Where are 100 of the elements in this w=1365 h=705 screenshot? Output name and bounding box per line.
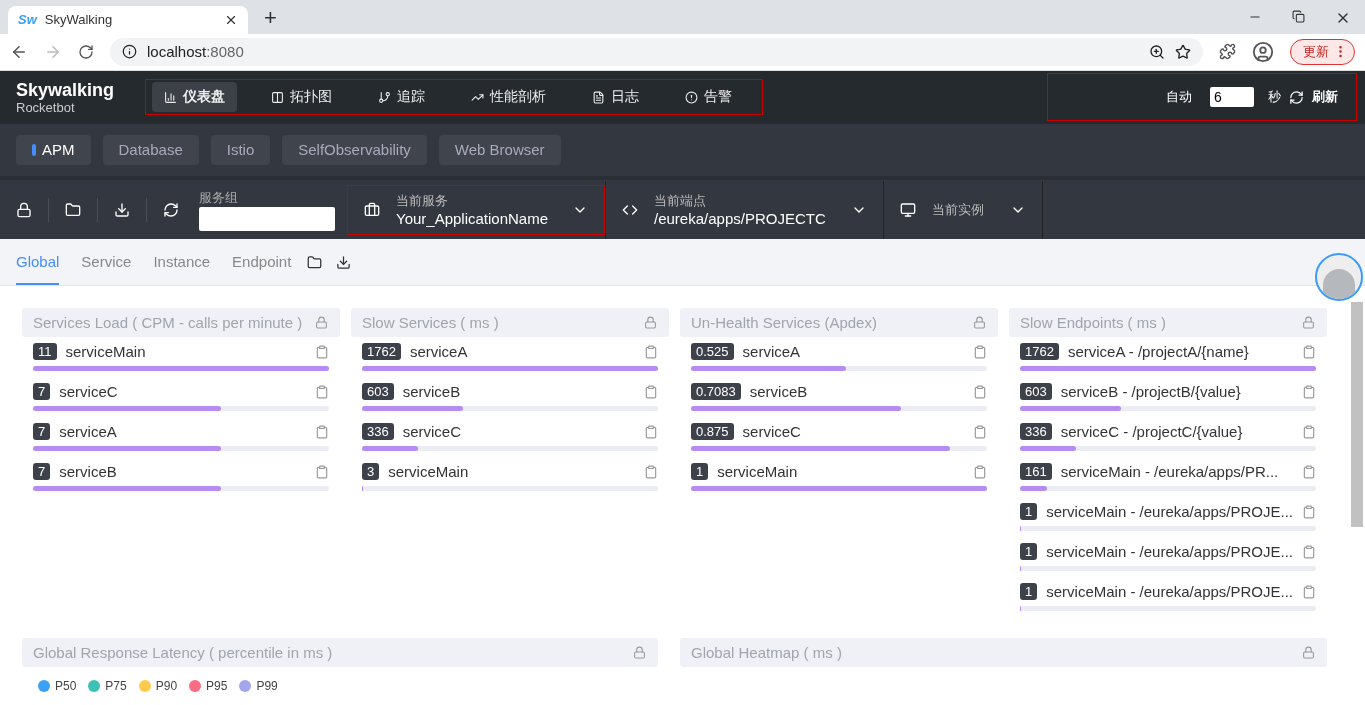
value-badge: 336 [362,423,394,440]
group-field[interactable] [199,206,335,231]
clipboard-icon[interactable] [1302,464,1316,479]
clipboard-icon[interactable] [1302,544,1316,559]
folder-icon[interactable] [307,254,323,270]
clipboard-icon[interactable] [973,464,987,479]
clipboard-icon[interactable] [315,344,329,359]
download-icon[interactable] [336,254,352,270]
url-text: localhost:8080 [147,43,244,61]
clipboard-icon[interactable] [644,384,658,399]
item-name: serviceB [749,383,809,400]
monitor-icon [900,201,916,218]
legend-item[interactable]: P95 [189,679,228,693]
clipboard-icon[interactable] [973,384,987,399]
legend-item[interactable]: P50 [38,679,77,693]
legend-item[interactable]: P90 [138,679,178,693]
restore-icon[interactable] [1292,9,1305,23]
clipboard-icon[interactable] [1302,344,1316,359]
panel-title: Global Heatmap ( ms ) [691,644,842,661]
nav-item[interactable]: 日志 [580,82,651,113]
legend-item[interactable]: P99 [239,679,278,693]
logo: Skywalking [16,79,116,100]
value-badge: 1762 [1020,343,1059,360]
columns-icon [271,90,284,104]
item-name: serviceC [402,423,463,440]
profile-icon[interactable] [1252,40,1274,63]
nav-item[interactable]: 拓扑图 [259,82,344,113]
avatar-icon[interactable] [1315,253,1363,301]
panel-title: Slow Services ( ms ) [362,314,499,331]
item-name: serviceA [59,423,118,440]
legend-item[interactable]: P75 [88,679,127,693]
item-name: serviceMain [388,463,470,480]
refresh-icon[interactable] [1289,89,1304,105]
lock-icon[interactable] [16,201,32,218]
update-button[interactable]: 更新 [1290,38,1355,65]
value-badge: 1 [1020,583,1038,600]
layer-button[interactable]: Istio [210,134,271,165]
service-selector[interactable]: 当前服务 Your_ApplicationName [347,184,605,235]
item-name: serviceC [59,383,119,400]
value-badge: 7 [33,383,51,400]
tab-title: SkyWalking [44,12,114,28]
folder-icon[interactable] [65,201,81,218]
item-name: serviceB [59,463,118,480]
seconds-label: 秒 [1268,88,1281,107]
value-badge: 3 [362,463,380,480]
address-bar[interactable]: localhost:8080 [110,37,1203,66]
value-badge: 1 [1020,543,1038,560]
value-badge: 0.525 [691,343,734,360]
value-badge: 7 [33,463,51,480]
item-name: serviceA - /projectA/{name} [1067,343,1250,360]
star-icon[interactable] [1175,43,1191,60]
refresh-icon[interactable] [163,201,179,218]
layer-button[interactable]: APM [16,134,91,165]
clipboard-icon[interactable] [1302,504,1316,519]
clipboard-icon[interactable] [644,464,658,479]
download-icon[interactable] [114,201,130,218]
clipboard-icon[interactable] [973,424,987,439]
item-name: serviceMain [717,463,799,480]
layer-button[interactable]: SelfObservability [282,134,427,165]
logo-subtitle: Rocketbot [16,99,75,115]
favicon: Sw [18,12,37,28]
item-name: serviceMain - /eureka/apps/PR... [1060,463,1280,480]
puzzle-icon[interactable] [1219,43,1236,61]
clipboard-icon[interactable] [1302,584,1316,599]
branch-icon [378,90,391,104]
value-badge: 7 [33,423,51,440]
nav-item[interactable]: 性能剖析 [459,82,558,113]
clipboard-icon[interactable] [644,424,658,439]
briefcase-icon [364,201,380,218]
new-tab-button[interactable]: + [264,4,277,31]
nav-item[interactable]: 告警 [673,82,744,113]
clipboard-icon[interactable] [1302,384,1316,399]
item-name: serviceC - /projectC/{value} [1060,423,1244,440]
interval-field[interactable]: 6 [1210,87,1254,108]
value-badge: 0.875 [691,423,734,440]
chart-icon [164,90,177,104]
endpoint-selector[interactable]: 当前端点 /eureka/apps/PROJECTC [605,180,883,239]
value-badge: 1 [691,463,709,480]
nav-item[interactable]: 仪表盘 [152,82,237,113]
value-badge: 161 [1020,463,1052,480]
nav-item[interactable]: 追踪 [366,82,437,113]
layer-button[interactable]: Database [102,134,199,165]
item-name: serviceA [742,343,802,360]
clipboard-icon[interactable] [315,424,329,439]
clipboard-icon[interactable] [315,384,329,399]
zoom-icon[interactable] [1149,43,1165,60]
item-name: serviceMain - /eureka/apps/PROJE... [1046,583,1293,600]
clipboard-icon[interactable] [644,344,658,359]
value-badge: 336 [1020,423,1052,440]
reload-icon[interactable] [78,43,94,60]
browser-tab[interactable]: Sw SkyWalking [8,5,248,34]
clipboard-icon[interactable] [315,464,329,479]
refresh-button[interactable]: 刷新 [1312,88,1338,107]
clipboard-icon[interactable] [1302,424,1316,439]
item-name: serviceMain [65,343,147,360]
scrollbar[interactable] [1351,302,1363,527]
instance-selector[interactable]: 当前实例 [883,180,1043,239]
info-icon[interactable] [122,44,137,60]
layer-button[interactable]: Web Browser [438,134,561,165]
clipboard-icon[interactable] [973,344,987,359]
